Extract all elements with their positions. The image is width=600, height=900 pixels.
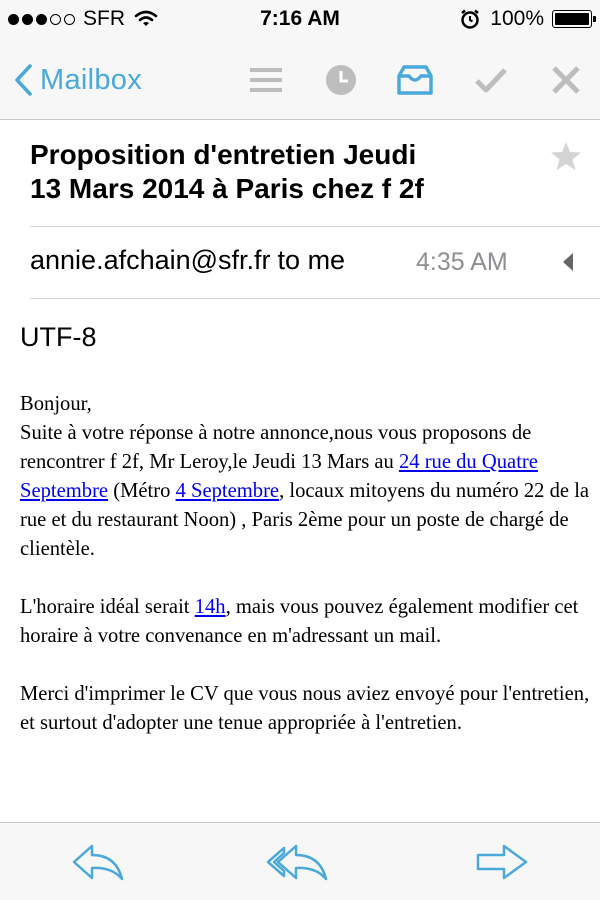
encoding-label: UTF-8 <box>20 322 97 352</box>
metro-link[interactable]: 4 Septembre <box>176 480 280 502</box>
done-button[interactable] <box>473 62 509 98</box>
subject-line: 13 Mars 2014 à Paris chez f 2f <box>30 173 424 204</box>
forward-icon[interactable] <box>474 841 530 883</box>
body-paragraph: Suite à votre réponse à notre annonce,no… <box>20 419 590 564</box>
list-icon <box>250 68 282 92</box>
email-subject: Proposition d'entretien Jeudi 13 Mars 20… <box>30 138 530 206</box>
check-icon <box>475 68 507 93</box>
body-text: (Métro <box>108 480 176 502</box>
alarm-icon <box>461 9 480 29</box>
status-right: 100% <box>460 7 596 31</box>
battery-percent: 100% <box>490 7 544 30</box>
bottom-toolbar <box>0 822 600 900</box>
delete-button[interactable] <box>548 62 584 98</box>
battery-icon <box>552 10 596 28</box>
status-bar: SFR 7:16 AM 100% <box>0 0 600 40</box>
subject-line: Proposition d'entretien Jeudi <box>30 139 417 170</box>
sender-address: annie.afchain@sfr.fr <box>30 245 271 275</box>
body-text: L'horaire idéal serait <box>20 596 195 618</box>
battery-level <box>555 13 589 25</box>
back-button[interactable]: Mailbox <box>14 60 142 100</box>
back-label: Mailbox <box>40 63 143 96</box>
recipient-label: to me <box>277 245 346 275</box>
reply-all-icon[interactable] <box>266 841 330 883</box>
divider <box>30 298 600 299</box>
body-paragraph: Merci d'imprimer le CV que vous nous avi… <box>20 683 590 734</box>
email-time: 4:35 AM <box>416 248 508 276</box>
archive-button[interactable] <box>397 62 433 98</box>
nav-bar: Mailbox <box>0 40 600 120</box>
greeting: Bonjour, <box>20 393 92 415</box>
snooze-button[interactable] <box>323 62 359 98</box>
reply-icon[interactable] <box>70 841 126 883</box>
archive-box-icon <box>397 65 433 95</box>
clock-icon <box>326 65 356 95</box>
divider <box>30 226 600 227</box>
triangle-left-icon[interactable] <box>560 250 576 274</box>
email-body: Bonjour, Suite à votre réponse à notre a… <box>20 390 590 767</box>
sender-row[interactable]: annie.afchain@sfr.fr to me <box>30 245 345 276</box>
time-link[interactable]: 14h <box>195 596 226 618</box>
list-button[interactable] <box>248 62 284 98</box>
close-icon <box>552 66 580 94</box>
chevron-left-icon <box>15 64 32 96</box>
body-paragraph: L'horaire idéal serait 14h, mais vous po… <box>20 593 590 651</box>
star-icon[interactable] <box>550 140 582 172</box>
